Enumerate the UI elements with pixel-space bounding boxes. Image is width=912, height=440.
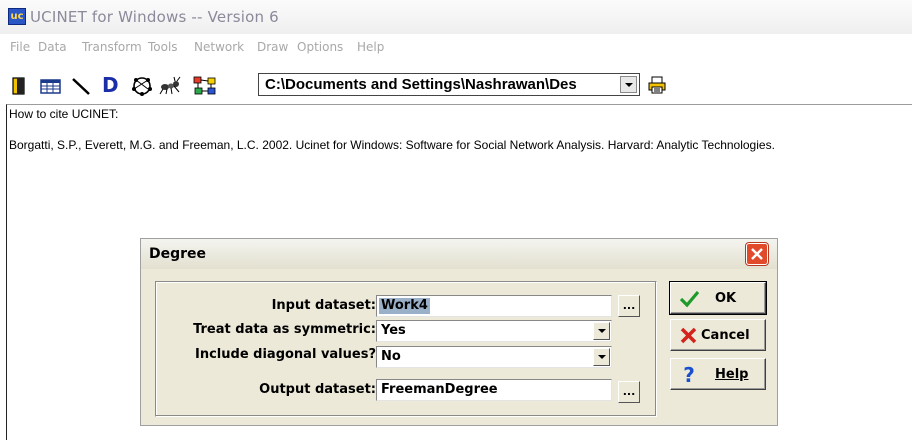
ok-label: OK (715, 291, 737, 306)
d-icon[interactable]: D (102, 74, 120, 96)
output-dataset-browse-button[interactable]: ... (618, 381, 640, 403)
ant-icon[interactable] (158, 76, 182, 96)
diagonal-label: Include diagonal values? (195, 347, 376, 362)
cite-text: Borgatti, S.P., Everett, M.G. and Freema… (9, 138, 775, 152)
symmetric-label: Treat data as symmetric: (193, 322, 376, 337)
cancel-button[interactable]: Cancel (670, 319, 766, 351)
checkmark-icon (679, 290, 699, 308)
chevron-down-icon[interactable] (593, 348, 610, 366)
menu-options[interactable]: Options (297, 39, 343, 55)
netdraw-icon[interactable] (130, 76, 154, 96)
symmetric-select[interactable]: Yes (376, 320, 612, 342)
folder-path-value: C:\Documents and Settings\Nashrawan\Des (265, 76, 577, 93)
help-label: Help (715, 367, 749, 382)
diagonal-select[interactable]: No (376, 346, 612, 368)
dialog-title-bar: Degree (141, 239, 777, 269)
menu-draw[interactable]: Draw (257, 39, 288, 55)
dialog-title: Degree (149, 246, 207, 262)
input-dataset-browse-button[interactable]: ... (618, 295, 640, 317)
menu-data[interactable]: Data (38, 39, 67, 55)
chevron-down-icon[interactable] (620, 76, 637, 93)
menu-transform[interactable]: Transform (82, 39, 142, 55)
output-dataset-field[interactable]: FreemanDegree (376, 379, 612, 401)
degree-dialog: Degree Input dataset: Work4 ... Treat da… (140, 238, 778, 426)
close-button[interactable] (746, 243, 768, 265)
input-dataset-field[interactable]: Work4 (376, 295, 612, 317)
folder-path-combobox[interactable]: C:\Documents and Settings\Nashrawan\Des (258, 73, 640, 96)
line-draw-icon[interactable] (70, 76, 92, 96)
ok-button[interactable]: OK (669, 281, 767, 315)
cite-heading: How to cite UCINET: (9, 107, 119, 121)
menu-file[interactable]: File (10, 39, 30, 55)
menu-help[interactable]: Help (357, 39, 384, 55)
title-bar: uc UCINET for Windows -- Version 6 (0, 0, 912, 34)
chevron-down-icon[interactable] (593, 322, 610, 340)
open-icon[interactable] (10, 76, 28, 96)
output-dataset-label: Output dataset: (259, 382, 376, 397)
help-button[interactable]: ? Help (670, 358, 766, 390)
cancel-x-icon (680, 327, 697, 344)
diagonal-value: No (381, 349, 401, 364)
menu-tools[interactable]: Tools (148, 39, 178, 55)
printer-icon[interactable] (648, 76, 666, 94)
menu-bar: File Data Transform Tools Network Draw O… (0, 36, 912, 58)
symmetric-value: Yes (381, 323, 406, 338)
question-mark-icon: ? (683, 363, 695, 387)
menu-network[interactable]: Network (194, 39, 244, 55)
input-dataset-label: Input dataset: (271, 298, 376, 313)
close-icon (751, 248, 763, 260)
cancel-label: Cancel (701, 328, 750, 343)
graph-icon[interactable] (193, 76, 217, 96)
app-icon: uc (8, 8, 26, 25)
spreadsheet-icon[interactable] (40, 76, 62, 96)
output-dataset-value: FreemanDegree (381, 382, 498, 397)
window-title: UCINET for Windows -- Version 6 (30, 8, 279, 26)
input-dataset-value: Work4 (379, 298, 430, 314)
parameters-group: Input dataset: Work4 ... Treat data as s… (155, 281, 657, 417)
